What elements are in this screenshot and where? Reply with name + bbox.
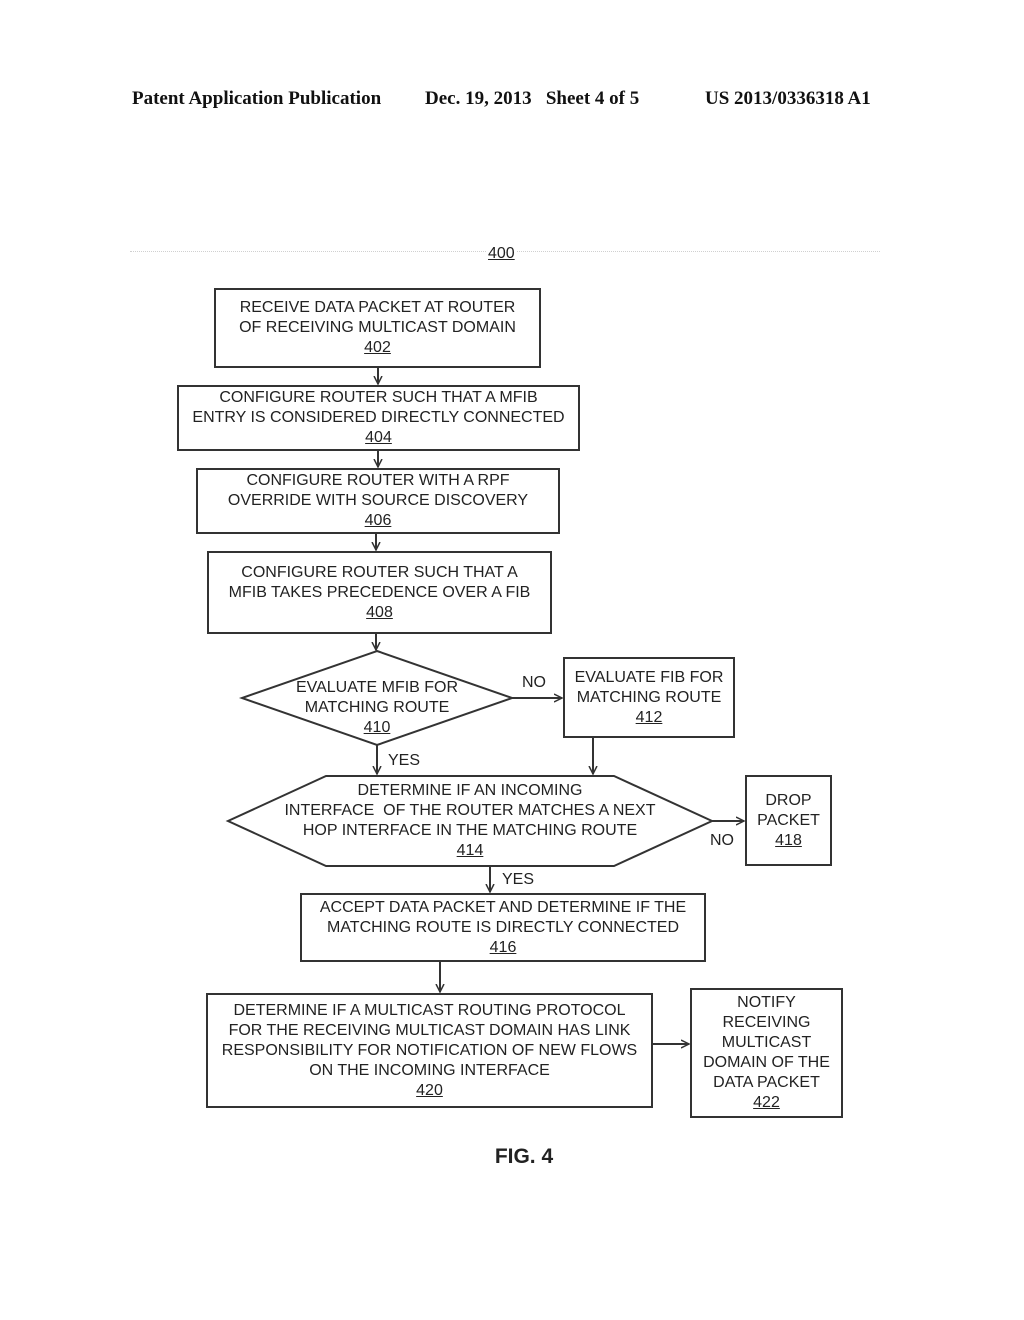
- step-422-line-2: RECEIVING: [722, 1014, 811, 1031]
- step-408-box: CONFIGURE ROUTER SUCH THAT A MFIB TAKES …: [207, 551, 552, 634]
- step-418-line-2: PACKET: [757, 811, 820, 829]
- flowchart-connectors: [225, 367, 1024, 1320]
- step-420-line-1: DETERMINE IF A MULTICAST ROUTING PROTOCO…: [233, 1001, 626, 1019]
- step-418-box: DROP PACKET 418: [745, 775, 832, 866]
- step-412-line-1: EVALUATE FIB FOR: [574, 668, 724, 686]
- step-422-line-5: DATA PACKET: [713, 1074, 820, 1091]
- edge-label-yes-414: YES: [502, 871, 535, 888]
- edge-label-no-410: NO: [522, 674, 546, 691]
- step-404-line-2: ENTRY IS CONSIDERED DIRECTLY CONNECTED: [192, 409, 565, 426]
- decision-414-ref: 414: [456, 842, 484, 859]
- step-416-ref: 416: [489, 938, 517, 956]
- step-402-ref: 402: [364, 339, 391, 356]
- decision-414-line-2: INTERFACE OF THE ROUTER MATCHES A NEXT: [284, 802, 656, 819]
- step-416-line-1: ACCEPT DATA PACKET AND DETERMINE IF THE: [319, 898, 687, 916]
- step-422-line-3: MULTICAST: [721, 1034, 812, 1051]
- figure-label: FIG. 4: [494, 1145, 554, 1168]
- step-422-ref: 422: [753, 1094, 780, 1111]
- decision-414-line-3: HOP INTERFACE IN THE MATCHING ROUTE: [302, 822, 638, 839]
- decision-410-line-2: MATCHING ROUTE: [304, 699, 450, 716]
- step-418-ref: 418: [775, 831, 802, 849]
- step-402-box: RECEIVE DATA PACKET AT ROUTER OF RECEIVI…: [214, 288, 541, 368]
- step-422-line-1: NOTIFY: [737, 994, 796, 1011]
- edge-label-no-414: NO: [710, 832, 734, 849]
- decision-414-line-1: DETERMINE IF AN INCOMING: [357, 782, 583, 799]
- step-420-ref: 420: [416, 1081, 443, 1099]
- step-420-line-4: ON THE INCOMING INTERFACE: [309, 1061, 550, 1079]
- step-408-line-2: MFIB TAKES PRECEDENCE OVER A FIB: [228, 583, 531, 601]
- step-422-box: NOTIFY RECEIVING MULTICAST DOMAIN OF THE…: [690, 988, 843, 1118]
- step-402-line-2: OF RECEIVING MULTICAST DOMAIN: [239, 319, 516, 336]
- step-404-ref: 404: [365, 429, 392, 446]
- step-406-line-2: OVERRIDE WITH SOURCE DISCOVERY: [227, 492, 529, 509]
- step-412-line-2: MATCHING ROUTE: [576, 688, 722, 706]
- step-416-line-2: MATCHING ROUTE IS DIRECTLY CONNECTED: [326, 918, 680, 936]
- step-420-line-3: RESPONSIBILITY FOR NOTIFICATION OF NEW F…: [221, 1041, 638, 1059]
- decision-410-ref: 410: [363, 719, 391, 736]
- step-412-ref: 412: [635, 708, 663, 726]
- step-416-box: ACCEPT DATA PACKET AND DETERMINE IF THE …: [300, 893, 706, 962]
- step-406-box: CONFIGURE ROUTER WITH A RPF OVERRIDE WIT…: [196, 468, 560, 534]
- step-406-ref: 406: [364, 512, 392, 529]
- decision-414: DETERMINE IF AN INCOMING INTERFACE OF TH…: [260, 780, 680, 862]
- decision-410-line-1: EVALUATE MFIB FOR: [295, 679, 459, 696]
- step-420-box: DETERMINE IF A MULTICAST ROUTING PROTOCO…: [206, 993, 653, 1108]
- step-418-line-1: DROP: [765, 791, 812, 809]
- step-404-line-1: CONFIGURE ROUTER SUCH THAT A MFIB: [219, 389, 538, 406]
- step-406-line-1: CONFIGURE ROUTER WITH A RPF: [246, 472, 510, 489]
- step-402-line-1: RECEIVE DATA PACKET AT ROUTER: [239, 299, 516, 316]
- step-404-box: CONFIGURE ROUTER SUCH THAT A MFIB ENTRY …: [177, 385, 580, 451]
- step-422-line-4: DOMAIN OF THE: [703, 1054, 830, 1071]
- step-408-line-1: CONFIGURE ROUTER SUCH THAT A: [241, 563, 518, 581]
- step-408-ref: 408: [366, 603, 393, 621]
- decision-410: EVALUATE MFIB FOR MATCHING ROUTE 410: [262, 676, 492, 740]
- step-412-box: EVALUATE FIB FOR MATCHING ROUTE 412: [563, 657, 735, 738]
- edge-label-yes-410: YES: [388, 752, 421, 769]
- step-420-line-2: FOR THE RECEIVING MULTICAST DOMAIN HAS L…: [228, 1021, 631, 1039]
